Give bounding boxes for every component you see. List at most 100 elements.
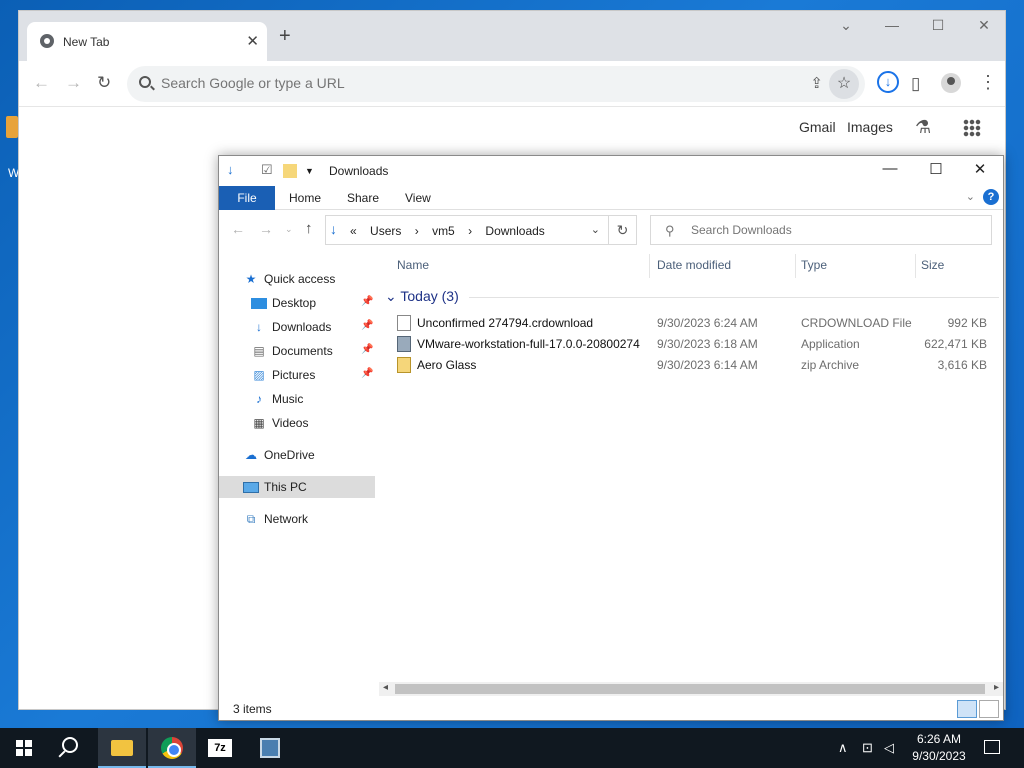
bookmark-star-icon[interactable]: ☆	[829, 69, 859, 99]
downloads-icon: ↓	[256, 320, 262, 334]
tab-close-icon[interactable]: ✕	[246, 32, 259, 50]
recent-locations-icon[interactable]: ⌄	[285, 224, 293, 235]
desktop-shortcut[interactable]: W	[0, 116, 19, 180]
properties-icon[interactable]: ☑	[261, 162, 273, 178]
column-header-name[interactable]: Name	[397, 258, 429, 272]
pin-icon[interactable]: 📌	[361, 296, 373, 307]
breadcrumb-sep: ›	[414, 224, 419, 238]
large-icons-view-icon[interactable]	[979, 700, 999, 718]
details-view-icon[interactable]	[957, 700, 977, 718]
chrome-close-button[interactable]: ✕	[961, 17, 1007, 34]
taskbar-file-explorer[interactable]	[98, 728, 146, 768]
nav-onedrive[interactable]: ☁ OneDrive	[219, 444, 375, 466]
nav-documents[interactable]: ▤ Documents 📌	[219, 340, 375, 362]
profile-avatar-icon[interactable]	[941, 73, 961, 93]
explorer-titlebar: ↓ ☑ ▼ Downloads — ☐ ✕	[219, 156, 1003, 186]
tab-file[interactable]: File	[219, 186, 275, 210]
scrollbar-thumb[interactable]	[395, 684, 985, 694]
file-size: 622,471 KB	[924, 337, 987, 351]
nav-quick-access[interactable]: ★ Quick access	[219, 268, 375, 290]
gmail-link[interactable]: Gmail	[799, 119, 836, 135]
start-button[interactable]	[0, 728, 48, 768]
back-arrow-icon[interactable]: ←	[231, 221, 245, 237]
explorer-close-button[interactable]: ✕	[957, 160, 1003, 178]
tab-search-dropdown-icon[interactable]: ⌄	[823, 17, 869, 34]
file-row[interactable]: VMware-workstation-full-17.0.0-20800274 …	[379, 333, 1003, 354]
nav-pictures[interactable]: ▨ Pictures 📌	[219, 364, 375, 386]
volume-muted-icon[interactable]: ◁	[884, 740, 894, 756]
column-header-type[interactable]: Type	[801, 258, 827, 272]
nav-downloads[interactable]: ↓ Downloads 📌	[219, 316, 375, 338]
reload-button[interactable]: ↻	[97, 73, 111, 93]
tab-new-tab[interactable]: New Tab ✕	[27, 22, 267, 61]
breadcrumb-overflow[interactable]: «	[350, 224, 357, 238]
tab-view[interactable]: View	[391, 186, 445, 210]
breadcrumb-vm5[interactable]: vm5	[432, 224, 455, 238]
pin-icon[interactable]: 📌	[361, 368, 373, 379]
column-separator[interactable]	[649, 254, 650, 278]
file-row[interactable]: Aero Glass 9/30/2023 6:14 AM zip Archive…	[379, 354, 1003, 375]
column-separator[interactable]	[795, 254, 796, 278]
scroll-right-arrow-icon[interactable]: ▸	[994, 682, 999, 693]
column-header-date-modified[interactable]: Date modified	[657, 258, 731, 272]
star-icon: ★	[245, 272, 257, 286]
tab-home[interactable]: Home	[275, 186, 335, 210]
network-tray-icon[interactable]: ⊡	[862, 740, 873, 756]
notification-center-icon[interactable]	[984, 740, 1000, 754]
explorer-maximize-button[interactable]: ☐	[913, 160, 959, 178]
windows-logo-icon	[16, 740, 32, 756]
nav-videos[interactable]: ▦ Videos	[219, 412, 375, 434]
download-icon[interactable]: ↓	[877, 71, 899, 93]
explorer-minimize-button[interactable]: —	[867, 160, 913, 177]
file-row[interactable]: Unconfirmed 274794.crdownload 9/30/2023 …	[379, 312, 1003, 333]
quick-access-toolbar-dropdown-icon[interactable]: ▼	[305, 166, 314, 176]
scroll-left-arrow-icon[interactable]: ◂	[383, 682, 388, 693]
refresh-icon[interactable]: ↻	[609, 215, 637, 245]
new-tab-button[interactable]: +	[279, 25, 291, 48]
address-dropdown-icon[interactable]: ⌄	[591, 223, 600, 236]
share-icon[interactable]: ⇪	[810, 74, 823, 92]
taskbar-search-button[interactable]	[48, 728, 96, 768]
chrome-menu-icon[interactable]: ⋮	[979, 72, 997, 93]
images-link[interactable]: Images	[847, 119, 893, 135]
nav-music[interactable]: ♪ Music	[219, 388, 375, 410]
nav-network[interactable]: ⧉ Network	[219, 508, 375, 530]
breadcrumb: « Users › vm5 › Downloads	[350, 224, 555, 238]
search-box[interactable]: ⚲	[650, 215, 992, 245]
breadcrumb-users[interactable]: Users	[370, 224, 401, 238]
omnibox[interactable]: ⇪ ☆	[127, 66, 865, 102]
google-apps-icon[interactable]	[963, 119, 981, 137]
nav-this-pc[interactable]: This PC	[219, 476, 375, 498]
forward-arrow-icon[interactable]: →	[259, 221, 273, 237]
system-clock[interactable]: 6:26 AM 9/30/2023	[906, 731, 972, 765]
omnibox-input[interactable]	[161, 75, 761, 91]
address-bar[interactable]: ↓ « Users › vm5 › Downloads ⌄	[325, 215, 609, 245]
new-folder-icon[interactable]	[283, 164, 297, 178]
breadcrumb-downloads[interactable]: Downloads	[485, 224, 544, 238]
pin-icon[interactable]: 📌	[361, 344, 373, 355]
show-hidden-icons-chevron[interactable]: ∧	[838, 740, 848, 756]
nav-desktop[interactable]: Desktop 📌	[219, 292, 375, 314]
forward-button[interactable]: →	[65, 73, 82, 93]
horizontal-scrollbar[interactable]: ◂ ▸	[379, 682, 1003, 696]
chrome-favicon-icon	[40, 34, 54, 48]
column-separator[interactable]	[915, 254, 916, 278]
file-date: 9/30/2023 6:14 AM	[657, 358, 758, 372]
column-header-size[interactable]: Size	[921, 258, 944, 272]
address-row: ← → ⌄ ↑ ↓ « Users › vm5 › Downloads ⌄ ↻ …	[219, 210, 1003, 250]
search-input[interactable]	[691, 223, 971, 237]
back-button[interactable]: ←	[33, 73, 50, 93]
help-icon[interactable]: ?	[983, 189, 999, 205]
chrome-maximize-button[interactable]: ☐	[915, 17, 961, 34]
expand-ribbon-chevron-icon[interactable]: ⌄	[966, 190, 975, 203]
chrome-minimize-button[interactable]: —	[869, 17, 915, 33]
up-arrow-icon[interactable]: ↑	[305, 220, 313, 237]
labs-flask-icon[interactable]: ⚗	[915, 117, 931, 138]
taskbar-installer[interactable]	[246, 728, 294, 768]
pin-icon[interactable]: 📌	[361, 320, 373, 331]
taskbar-7zip[interactable]: 7z	[196, 728, 244, 768]
side-panel-icon[interactable]: ▯	[911, 74, 920, 94]
taskbar-chrome[interactable]	[148, 728, 196, 768]
group-header-today[interactable]: ⌄ Today (3)	[385, 288, 459, 305]
tab-share[interactable]: Share	[333, 186, 393, 210]
